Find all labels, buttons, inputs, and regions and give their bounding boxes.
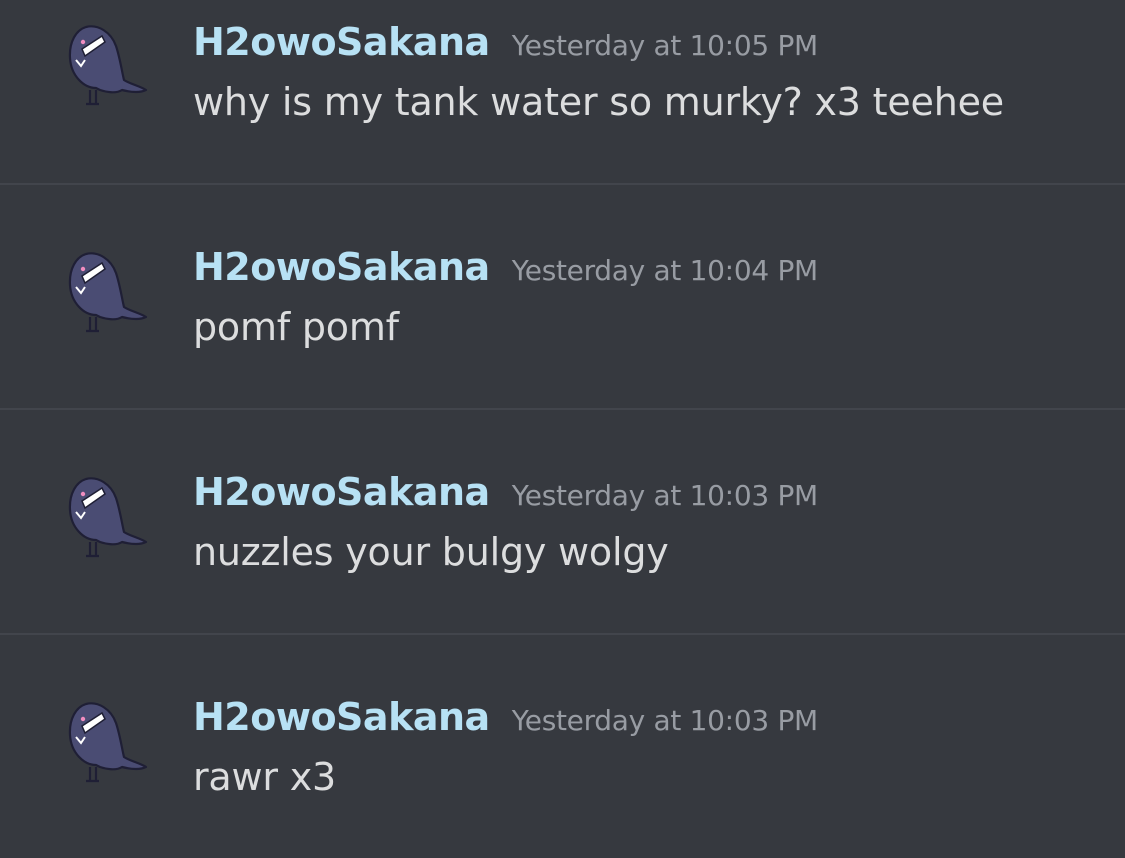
message-text: nuzzles your bulgy wolgy xyxy=(193,530,669,574)
message-header: H2owoSakana Yesterday at 10:04 PM xyxy=(193,245,818,289)
shark-avatar-icon xyxy=(68,477,148,558)
message-item: H2owoSakana Yesterday at 10:04 PM pomf po… xyxy=(0,183,1125,408)
shark-avatar-icon xyxy=(68,702,148,783)
shark-avatar-icon xyxy=(68,252,148,333)
message-list: H2owoSakana Yesterday at 10:05 PM why is … xyxy=(0,0,1125,850)
message-header: H2owoSakana Yesterday at 10:03 PM xyxy=(193,470,818,514)
timestamp: Yesterday at 10:03 PM xyxy=(511,704,819,737)
avatar[interactable] xyxy=(56,247,152,343)
message-header: H2owoSakana Yesterday at 10:03 PM xyxy=(193,695,818,739)
message-header: H2owoSakana Yesterday at 10:05 PM xyxy=(193,20,818,64)
username[interactable]: H2owoSakana xyxy=(193,245,490,289)
username[interactable]: H2owoSakana xyxy=(193,695,490,739)
message-item: H2owoSakana Yesterday at 10:05 PM why is … xyxy=(0,0,1125,183)
timestamp: Yesterday at 10:04 PM xyxy=(511,254,819,287)
timestamp: Yesterday at 10:05 PM xyxy=(511,29,819,62)
timestamp: Yesterday at 10:03 PM xyxy=(511,479,819,512)
username[interactable]: H2owoSakana xyxy=(193,470,490,514)
shark-avatar-icon xyxy=(68,25,148,106)
avatar[interactable] xyxy=(56,697,152,793)
message-item: H2owoSakana Yesterday at 10:03 PM nuzzles… xyxy=(0,408,1125,633)
avatar[interactable] xyxy=(56,20,152,116)
username[interactable]: H2owoSakana xyxy=(193,20,490,64)
message-item: H2owoSakana Yesterday at 10:03 PM rawr x3 xyxy=(0,633,1125,858)
message-text: rawr x3 xyxy=(193,755,336,799)
message-text: why is my tank water so murky? x3 teehee xyxy=(193,80,1004,124)
avatar[interactable] xyxy=(56,472,152,568)
message-text: pomf pomf xyxy=(193,305,399,349)
